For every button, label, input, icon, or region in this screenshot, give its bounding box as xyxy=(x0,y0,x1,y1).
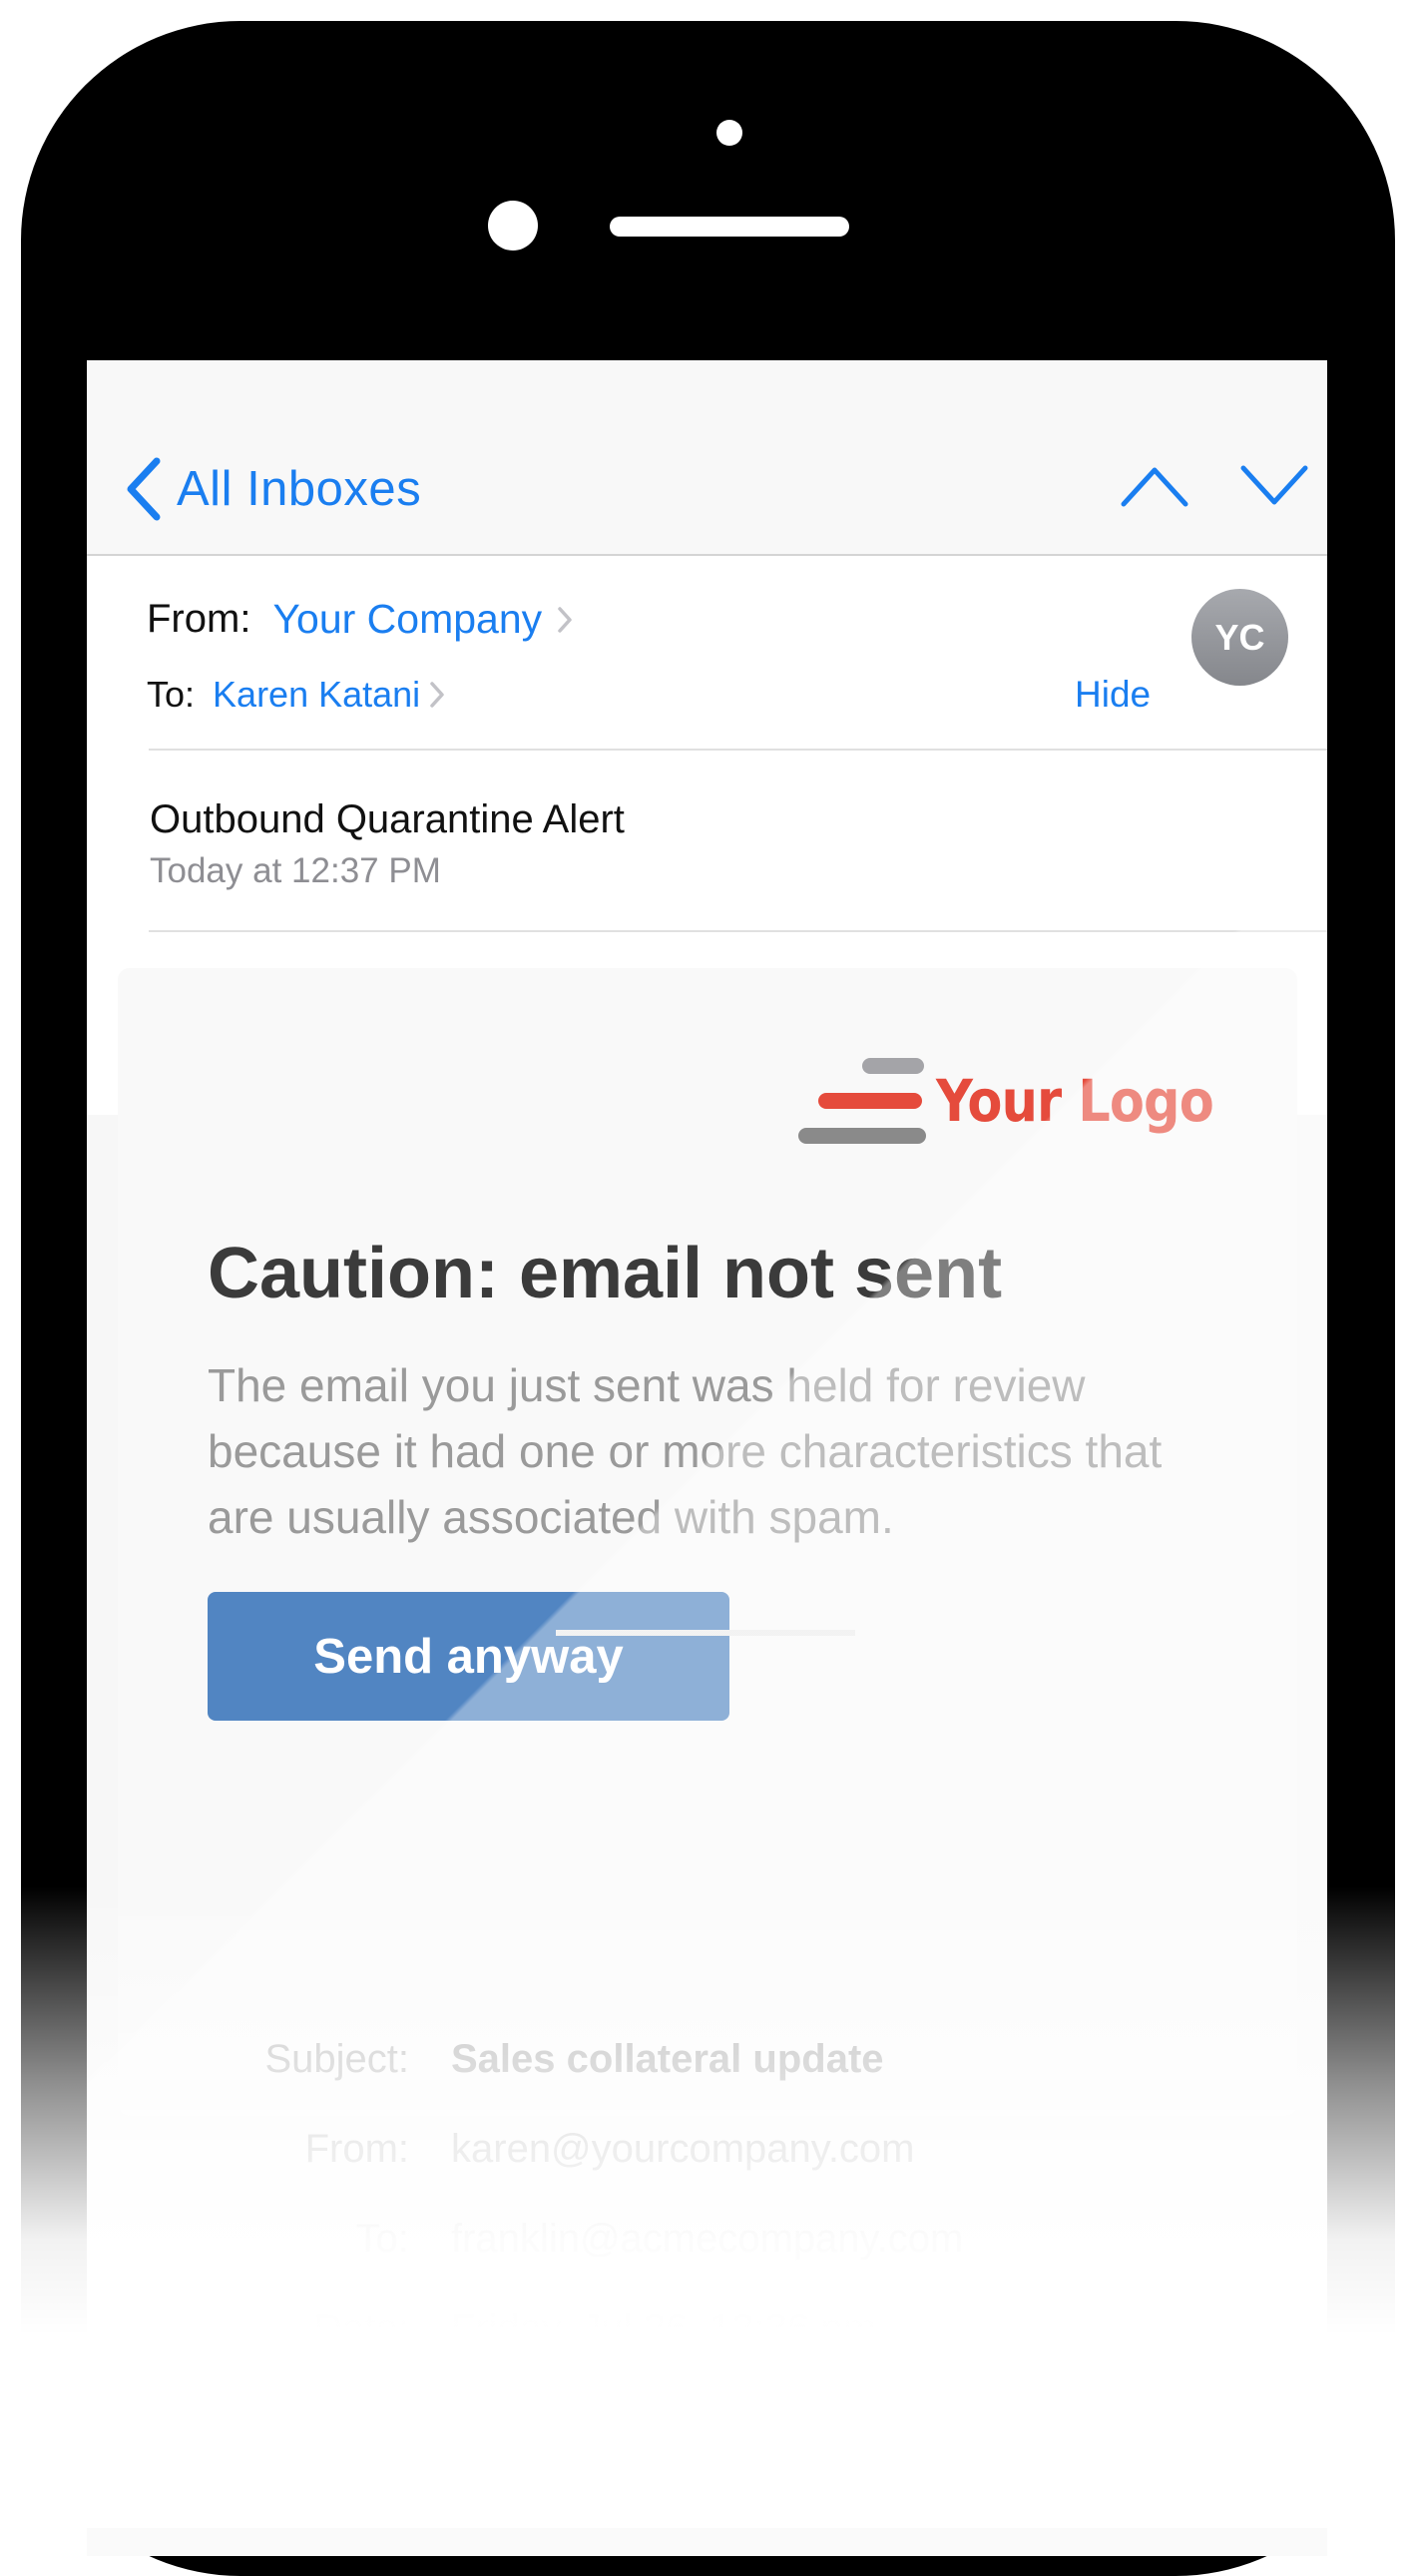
to-label: To: xyxy=(147,674,196,715)
caution-headline: Caution: email not sent xyxy=(208,1234,1003,1313)
back-button[interactable]: All Inboxes xyxy=(123,454,421,524)
recipient-name[interactable]: Karen Katani xyxy=(213,674,420,716)
message-date: Today at 12:37 PM xyxy=(150,851,441,890)
chevron-down-icon[interactable] xyxy=(1239,460,1309,510)
sensor-dot xyxy=(716,120,742,146)
divider xyxy=(149,749,1327,751)
detail-row-date: Date: Friday, Jul 26, 12:36 pm xyxy=(87,2307,1327,2351)
divider xyxy=(149,930,1327,932)
message-body-card: Your Logo Caution: email not sent The em… xyxy=(118,968,1297,2116)
section-divider xyxy=(556,1630,855,1636)
mail-screen: All Inboxes From: Your Company To: Karen… xyxy=(87,360,1327,2556)
detail-value[interactable]: franklin@acmecompany.com xyxy=(451,2217,963,2262)
send-anyway-button[interactable]: Send anyway xyxy=(208,1592,729,1721)
navigation-bar: All Inboxes xyxy=(87,360,1327,556)
front-camera xyxy=(488,201,538,251)
detail-key: To: xyxy=(355,2217,409,2261)
logo-mark-icon xyxy=(798,1058,926,1144)
chevron-right-icon xyxy=(430,682,444,708)
to-row: To: Karen Katani xyxy=(147,674,446,716)
from-label: From: xyxy=(147,597,251,641)
detail-row-subject: Subject: Sales collateral update xyxy=(87,2037,1327,2082)
company-logo: Your Logo xyxy=(796,1056,1251,1146)
chevron-right-icon xyxy=(558,606,572,633)
detail-key: Subject: xyxy=(264,2037,409,2081)
avatar[interactable]: YC xyxy=(1191,589,1288,686)
sender-name[interactable]: Your Company xyxy=(272,596,542,643)
earpiece-speaker xyxy=(610,217,849,237)
logo-text: Your Logo xyxy=(936,1067,1214,1135)
detail-row-to: To: franklin@acmecompany.com xyxy=(87,2217,1327,2262)
detail-value: Friday, Jul 26, 12:36 pm xyxy=(451,2307,877,2350)
detail-key: From: xyxy=(304,2127,409,2171)
detail-row-from: From: karen@yourcompany.com xyxy=(87,2127,1327,2172)
detail-value[interactable]: karen@yourcompany.com xyxy=(451,2127,915,2172)
back-button-label: All Inboxes xyxy=(177,462,422,516)
from-row: From: Your Company xyxy=(147,596,574,643)
caution-body: The email you just sent was held for rev… xyxy=(208,1359,1163,1543)
detail-key: Date: xyxy=(313,2307,409,2350)
message-subject: Outbound Quarantine Alert xyxy=(150,797,625,841)
hide-details-link[interactable]: Hide xyxy=(1075,674,1151,716)
chevron-left-icon xyxy=(127,457,161,521)
detail-value: Sales collateral update xyxy=(451,2037,884,2081)
chevron-up-icon[interactable] xyxy=(1120,460,1189,510)
